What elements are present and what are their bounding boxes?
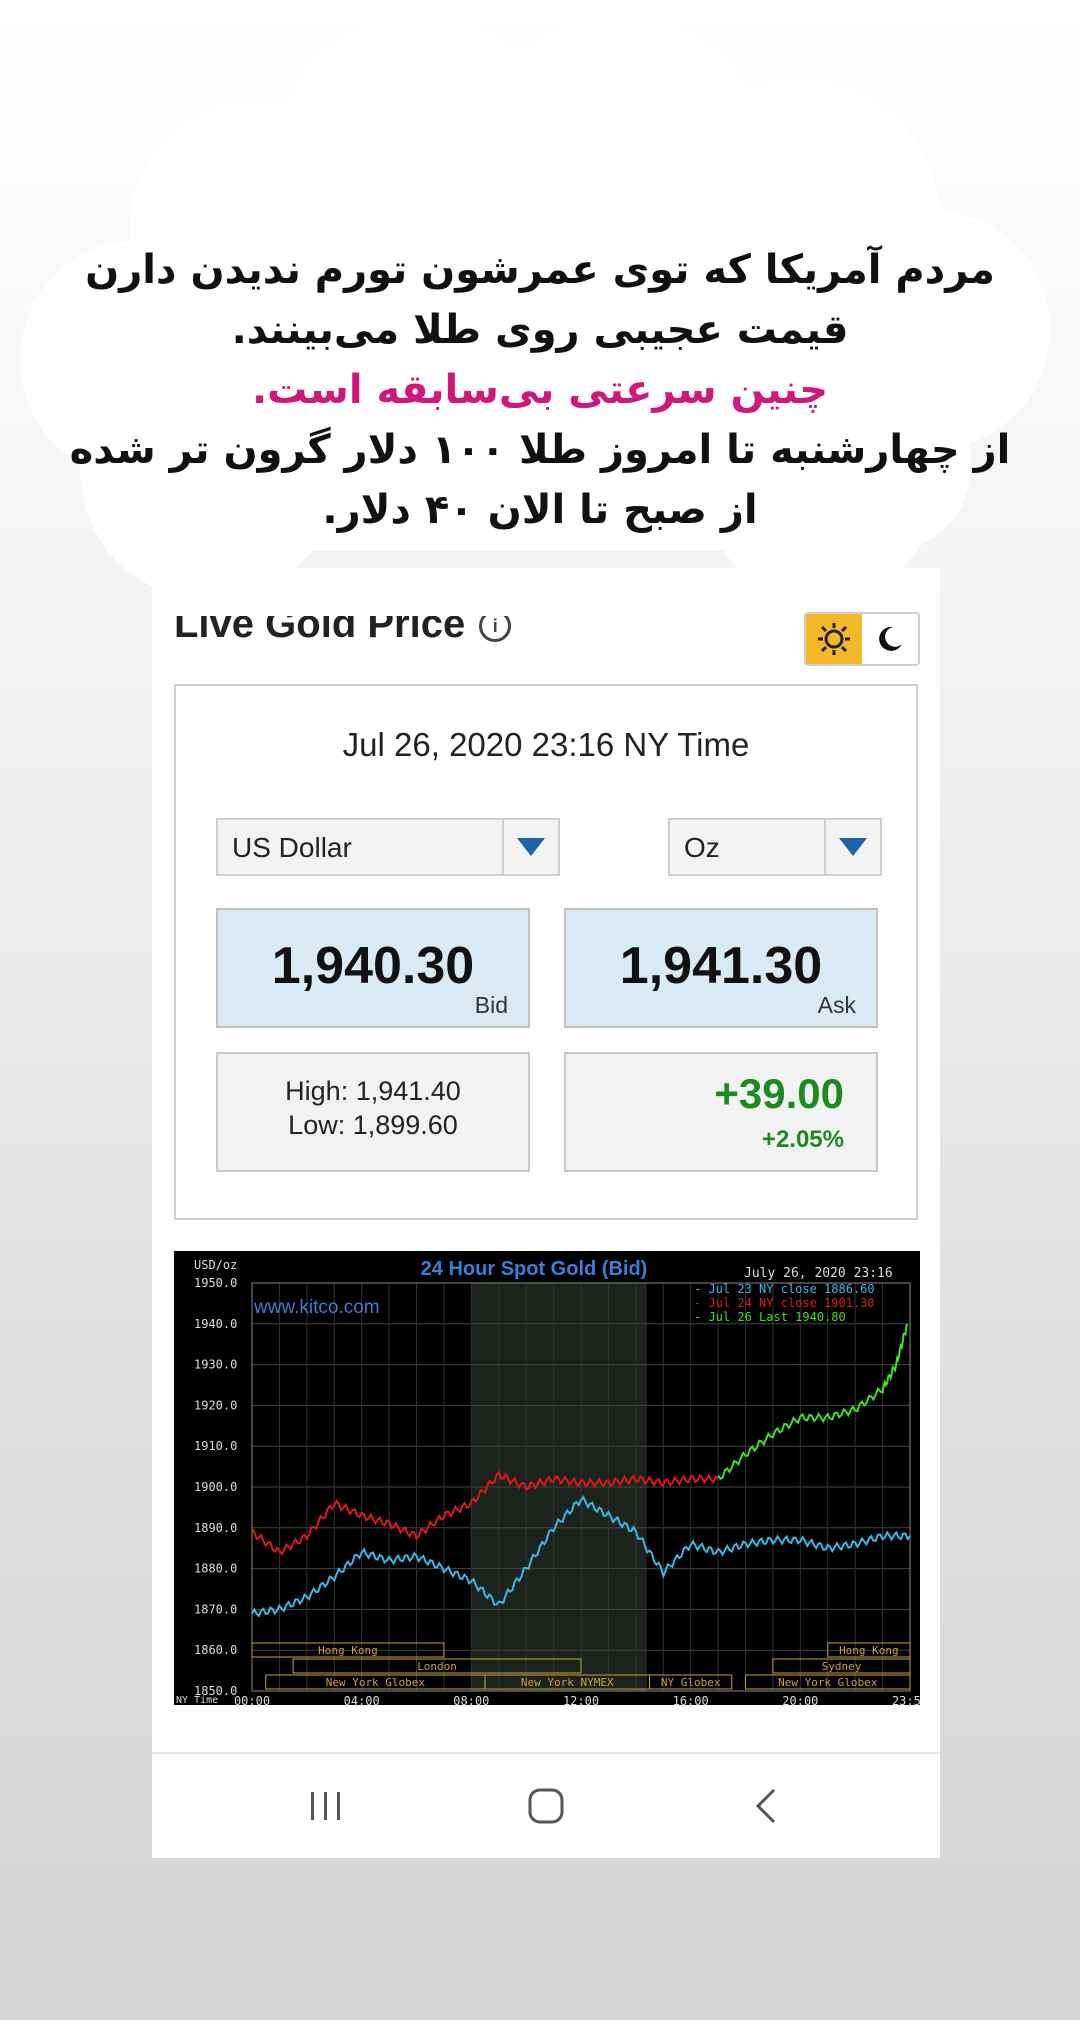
x-tick-label: 08:00 <box>453 1694 489 1705</box>
chart-date: July 26, 2020 23:16 <box>744 1266 893 1281</box>
ask-box: 1,941.30 Ask <box>564 908 878 1028</box>
unit-select[interactable]: Oz <box>668 818 882 876</box>
change-percent: +2.05% <box>761 1126 844 1153</box>
chevron-down-icon[interactable] <box>824 820 880 874</box>
session-label: Hong Kong <box>839 1644 899 1657</box>
unit-select-value: Oz <box>684 832 720 863</box>
x-tick-label: 04:00 <box>344 1694 380 1705</box>
recent-apps-icon[interactable] <box>286 1774 366 1838</box>
y-tick-label: 1870.0 <box>194 1602 237 1616</box>
high-value: High: 1,941.40 <box>285 1076 461 1106</box>
caption-line-1: مردم آمریکا که توی عمرشون تورم ندیدن دار… <box>85 247 995 293</box>
caption-line-3: چنین سرعتی بی‌سابقه است. <box>251 367 829 413</box>
caption-line-2: قیمت عجیبی روی طلا می‌بینند. <box>231 307 849 353</box>
theme-toggle[interactable] <box>804 612 920 666</box>
gold-chart[interactable]: 1950.0 1940.0 1930.0 1920.0 1910.0 1900.0 1890… <box>174 1251 920 1705</box>
x-tick-label: 12:00 <box>563 1694 599 1705</box>
ask-value: 1,941.30 <box>619 937 823 995</box>
change-box: +39.00 +2.05% <box>564 1052 878 1172</box>
session-label: London <box>417 1660 457 1673</box>
x-tick-label: 23:59 <box>892 1694 920 1705</box>
session-label: New York Globex <box>778 1676 878 1689</box>
y-axis-label: USD/oz <box>194 1258 237 1272</box>
session-label: New York Globex <box>326 1676 426 1689</box>
low-value: Low: 1,899.60 <box>288 1110 458 1140</box>
chevron-down-icon[interactable] <box>502 820 558 874</box>
x-tick-label: 20:00 <box>782 1694 818 1705</box>
change-value: +39.00 <box>714 1070 844 1117</box>
bid-value: 1,940.30 <box>271 937 475 995</box>
session-label: Hong Kong <box>318 1644 378 1657</box>
y-tick-label: 1950.0 <box>194 1276 237 1290</box>
y-tick-label: 1940.0 <box>194 1317 237 1331</box>
caption-text: مردم آمریکا که توی عمرشون تورم ندیدن دار… <box>60 240 1020 540</box>
currency-select-value: US Dollar <box>232 832 352 863</box>
ask-label: Ask <box>817 992 856 1018</box>
y-tick-label: 1930.0 <box>194 1358 237 1372</box>
info-icon[interactable]: i <box>479 616 512 643</box>
x-tick-label: 16:00 <box>673 1694 709 1705</box>
legend-entry: - Jul 23 NY close 1886.60 <box>694 1282 875 1296</box>
session-label: New York NYMEX <box>521 1676 614 1689</box>
moon-icon[interactable] <box>862 614 918 664</box>
legend-entry: - Jul 24 NY close 1901.30 <box>694 1296 875 1310</box>
back-icon[interactable] <box>726 1774 806 1838</box>
x-tick-label: 00:00 <box>234 1694 270 1705</box>
price-panel: Jul 26, 2020 23:16 NY Time US Dollar Oz … <box>174 684 918 1220</box>
y-tick-label: 1890.0 <box>194 1521 237 1535</box>
currency-select[interactable]: US Dollar <box>216 818 560 876</box>
y-tick-label: 1860.0 <box>194 1643 237 1657</box>
y-tick-label: 1880.0 <box>194 1562 237 1576</box>
session-label: NY Globex <box>661 1676 721 1689</box>
sun-icon[interactable] <box>806 614 862 664</box>
datetime-label: Jul 26, 2020 23:16 NY Time <box>342 726 750 763</box>
y-tick-label: 1910.0 <box>194 1439 237 1453</box>
page-title-text: Live Gold Price <box>174 616 466 646</box>
session-label: Sydney <box>822 1660 862 1673</box>
caption-line-4: از چهارشنبه تا امروز طلا ۱۰۰ دلار گرون ت… <box>69 427 1011 473</box>
bid-box: 1,940.30 Bid <box>216 908 530 1028</box>
chart-title: 24 Hour Spot Gold (Bid) <box>421 1258 648 1280</box>
home-icon[interactable] <box>506 1774 586 1838</box>
phone-screenshot: Live Gold Price i Jul 26, 2020 23:16 NY T… <box>152 568 940 1858</box>
android-navbar <box>152 1752 940 1858</box>
bid-label: Bid <box>474 992 508 1018</box>
chart-watermark: www.kitco.com <box>253 1297 380 1318</box>
y-tick-label: 1900.0 <box>194 1480 237 1494</box>
y-tick-label: 1920.0 <box>194 1398 237 1412</box>
page-title: Live Gold Price i <box>174 616 574 656</box>
legend-entry: - Jul 26 Last 1940.80 <box>694 1310 846 1324</box>
x-unit-label: NY Time <box>176 1695 218 1705</box>
caption-line-5: از صبح تا الان ۴۰ دلار. <box>322 487 758 533</box>
high-low-box: High: 1,941.40 Low: 1,899.60 <box>216 1052 530 1172</box>
